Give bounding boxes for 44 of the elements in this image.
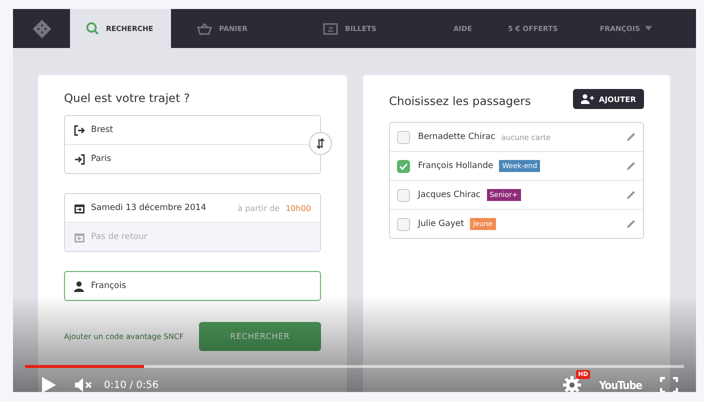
departure-time[interactable]: 10h00 [286,204,311,212]
edit-icon[interactable] [626,190,636,200]
search-button[interactable]: RECHERCHER [199,322,321,351]
passenger-name: Jacques Chirac [418,190,481,200]
return-date-field[interactable]: Pas de retour [65,222,320,251]
passenger-name: François Hollande [418,161,494,171]
swap-button[interactable] [309,132,332,155]
ticket-icon [323,22,338,34]
passenger-checkbox[interactable] [397,188,410,202]
traveler-field[interactable]: François [64,271,321,301]
departure-icon [74,124,85,136]
edit-icon[interactable] [626,161,636,171]
edit-icon[interactable] [626,219,636,229]
trip-title: Quel est votre trajet ? [64,91,191,105]
from-label: à partir de [238,204,280,212]
arrival-icon [74,154,85,164]
passenger-checkbox[interactable] [397,160,410,172]
passenger-checkbox[interactable] [397,130,410,144]
passengers-title: Choisissez les passagers [389,94,531,108]
mute-icon[interactable] [75,378,94,392]
calendar-icon [74,202,85,214]
passenger-name: Julie Gayet [418,219,464,229]
caret-icon [645,26,652,31]
search-icon [86,22,99,35]
passenger-name: Bernadette Chirac [418,132,496,142]
passenger-checkbox[interactable] [397,218,410,230]
fullscreen-icon[interactable] [660,377,678,392]
destination-field[interactable]: Paris [91,154,112,164]
play-icon[interactable] [41,376,57,392]
progress-track[interactable] [25,365,684,368]
logo-icon[interactable] [30,18,52,40]
edit-icon[interactable] [626,132,636,142]
origin-field[interactable]: Brest [91,125,114,135]
settings-icon[interactable] [563,376,582,392]
youtube-logo[interactable]: YouTube [599,378,642,392]
swap-icon [316,138,325,149]
outbound-date[interactable]: Samedi 13 décembre 2014 [91,203,206,213]
basket-icon [197,22,212,34]
return-date-input[interactable]: Pas de retour [91,232,291,242]
video-time: 0:10 / 0:56 [104,380,159,390]
user-icon [74,280,84,292]
check-icon [399,162,408,170]
add-user-icon [580,94,594,104]
calendar-icon [74,232,85,242]
